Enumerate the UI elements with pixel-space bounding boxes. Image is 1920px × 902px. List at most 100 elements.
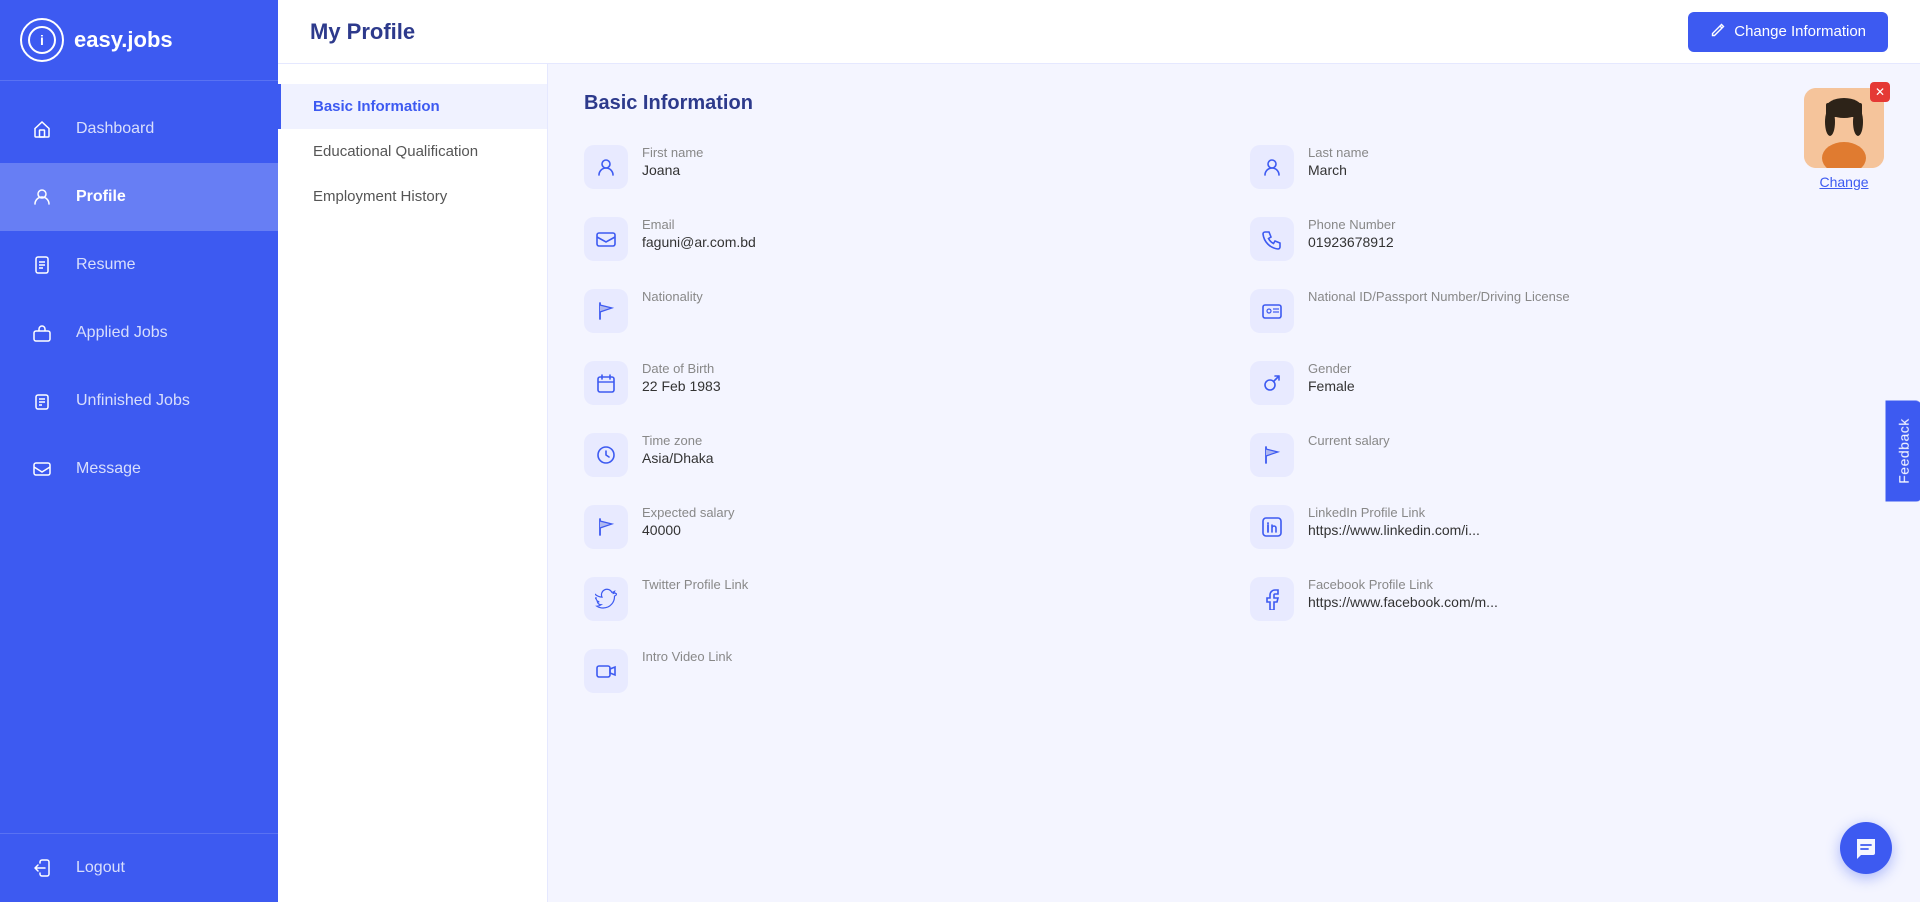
field-national-id: National ID/Passport Number/Driving Lice… (1250, 283, 1884, 339)
field-timezone: Time zone Asia/Dhaka (584, 427, 1218, 483)
calendar-icon (584, 361, 628, 405)
field-label: Phone Number (1308, 217, 1395, 232)
chat-fab-button[interactable] (1840, 822, 1892, 874)
profile-nav-employment[interactable]: Employment History (278, 174, 547, 219)
video-icon (584, 649, 628, 693)
field-label: Email (642, 217, 756, 232)
logo-text: easy.jobs (74, 27, 173, 53)
field-phone: Phone Number 01923678912 (1250, 211, 1884, 267)
field-value: 22 Feb 1983 (642, 378, 721, 394)
twitter-icon (584, 577, 628, 621)
email-icon (584, 217, 628, 261)
sidebar-item-label: Message (76, 460, 141, 478)
sidebar-item-label: Resume (76, 256, 136, 274)
id-card-icon (1250, 289, 1294, 333)
field-twitter: Twitter Profile Link (584, 571, 1218, 627)
field-gender: Gender Female (1250, 355, 1884, 411)
field-dob: Date of Birth 22 Feb 1983 (584, 355, 1218, 411)
field-value: Asia/Dhaka (642, 450, 714, 466)
field-linkedin: LinkedIn Profile Link https://www.linked… (1250, 499, 1884, 555)
field-value: https://www.facebook.com/m... (1308, 594, 1498, 610)
sidebar-item-label: Applied Jobs (76, 324, 168, 342)
content-area: Basic Information Educational Qualificat… (278, 64, 1920, 902)
profile-nav-panel: Basic Information Educational Qualificat… (278, 64, 548, 902)
field-label: Last name (1308, 145, 1369, 160)
home-icon (24, 111, 60, 147)
field-label: Date of Birth (642, 361, 721, 376)
message-icon (24, 451, 60, 487)
gender-icon (1250, 361, 1294, 405)
clock-icon (584, 433, 628, 477)
field-nationality: Nationality (584, 283, 1218, 339)
sidebar-item-label: Dashboard (76, 120, 154, 138)
sidebar-item-resume[interactable]: Resume (0, 231, 278, 299)
top-bar: My Profile Change Information (278, 0, 1920, 64)
feedback-tab[interactable]: Feedback (1885, 400, 1920, 501)
resume-icon (24, 247, 60, 283)
field-label: LinkedIn Profile Link (1308, 505, 1480, 520)
field-last-name: Last name March (1250, 139, 1884, 195)
profile-nav-educational[interactable]: Educational Qualification (278, 129, 547, 174)
avatar-section: ✕ Change (1804, 88, 1884, 190)
field-label: Time zone (642, 433, 714, 448)
delete-icon: ✕ (1875, 85, 1885, 99)
field-value: Female (1308, 378, 1355, 394)
field-value: 40000 (642, 522, 735, 538)
svg-text:i: i (40, 32, 44, 48)
briefcase-icon (24, 315, 60, 351)
change-info-label: Change Information (1734, 23, 1866, 40)
sidebar-item-unfinished-jobs[interactable]: Unfinished Jobs (0, 367, 278, 435)
sidebar-item-profile[interactable]: Profile (0, 163, 278, 231)
linkedin-icon (1250, 505, 1294, 549)
profile-nav-basic-info[interactable]: Basic Information (278, 84, 547, 129)
field-label: Twitter Profile Link (642, 577, 748, 592)
field-facebook: Facebook Profile Link https://www.facebo… (1250, 571, 1884, 627)
sidebar-item-label: Unfinished Jobs (76, 392, 190, 410)
field-current-salary: Current salary (1250, 427, 1884, 483)
clipboard-icon (24, 383, 60, 419)
person-icon (584, 145, 628, 189)
field-first-name: First name Joana (584, 139, 1218, 195)
logout-button[interactable]: Logout (0, 833, 278, 902)
field-label: Gender (1308, 361, 1355, 376)
field-value: Joana (642, 162, 703, 178)
feedback-label: Feedback (1895, 418, 1911, 483)
sidebar-item-message[interactable]: Message (0, 435, 278, 503)
sidebar-item-dashboard[interactable]: Dashboard (0, 95, 278, 163)
facebook-icon (1250, 577, 1294, 621)
sidebar: i easy.jobs Dashboard Profile Resume (0, 0, 278, 902)
sidebar-item-label: Profile (76, 188, 126, 206)
field-email: Email faguni@ar.com.bd (584, 211, 1218, 267)
page-title: My Profile (310, 19, 415, 45)
avatar-change-link[interactable]: Change (1819, 174, 1868, 190)
field-label: National ID/Passport Number/Driving Lice… (1308, 289, 1570, 304)
field-intro-video: Intro Video Link (584, 643, 1218, 699)
profile-nav-label: Educational Qualification (313, 143, 478, 160)
main-content: My Profile Change Information Basic Info… (278, 0, 1920, 902)
field-value: https://www.linkedin.com/i... (1308, 522, 1480, 538)
field-label: Expected salary (642, 505, 735, 520)
info-panel: Basic Information (548, 64, 1920, 902)
field-label: Nationality (642, 289, 703, 304)
logout-label: Logout (76, 859, 125, 877)
change-information-button[interactable]: Change Information (1688, 12, 1888, 52)
logo-icon: i (20, 18, 64, 62)
sidebar-item-applied-jobs[interactable]: Applied Jobs (0, 299, 278, 367)
phone-icon (1250, 217, 1294, 261)
avatar-delete-badge[interactable]: ✕ (1870, 82, 1890, 102)
flag-icon (584, 289, 628, 333)
flag-icon (584, 505, 628, 549)
field-label: Intro Video Link (642, 649, 732, 664)
profile-nav-label: Basic Information (313, 98, 440, 115)
field-expected-salary: Expected salary 40000 (584, 499, 1218, 555)
person-icon (1250, 145, 1294, 189)
section-title: Basic Information (584, 92, 1884, 115)
sidebar-logo: i easy.jobs (0, 0, 278, 81)
field-value: faguni@ar.com.bd (642, 234, 756, 250)
pencil-icon (1710, 22, 1726, 42)
flag-icon (1250, 433, 1294, 477)
field-label: Facebook Profile Link (1308, 577, 1498, 592)
field-label: First name (642, 145, 703, 160)
logout-icon (24, 850, 60, 886)
field-value: 01923678912 (1308, 234, 1395, 250)
